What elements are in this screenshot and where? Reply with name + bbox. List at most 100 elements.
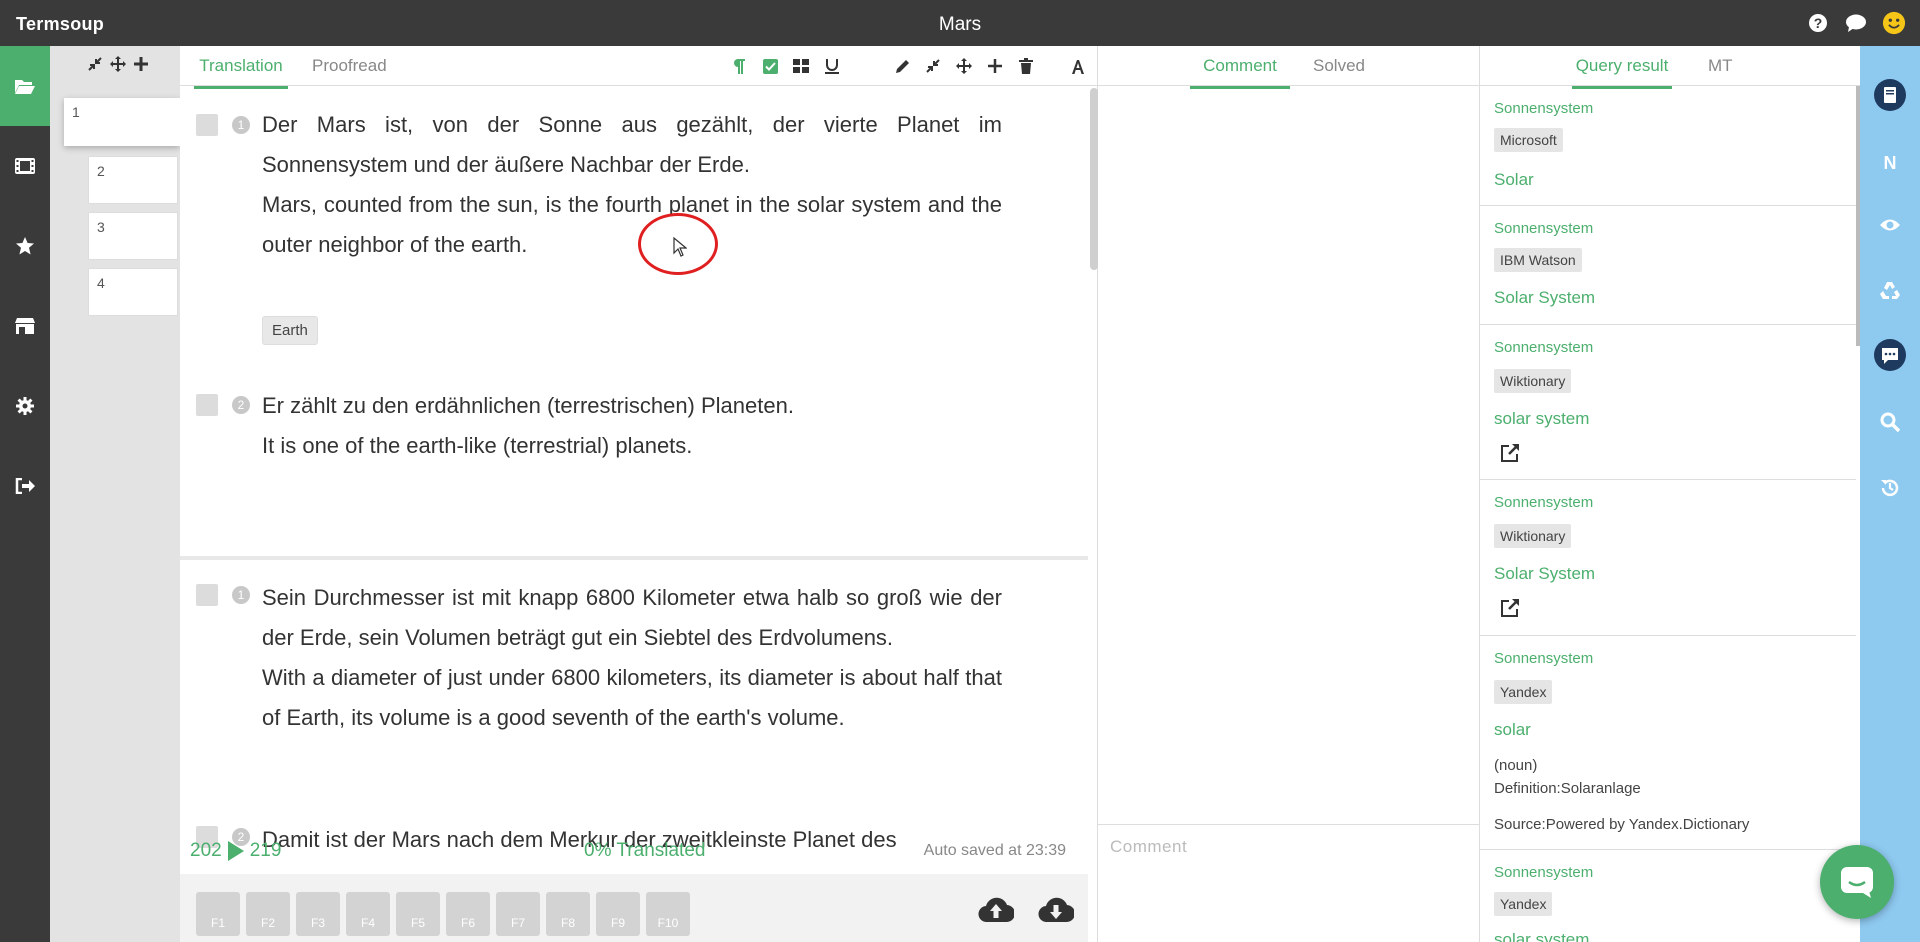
query-result-item[interactable]: Sonnensystem IBM Watson Solar System: [1480, 206, 1856, 325]
segment-text[interactable]: Sein Durchmesser ist mit knapp 6800 Kilo…: [262, 578, 1002, 738]
sign-out-icon[interactable]: [0, 446, 50, 526]
comment-icon[interactable]: [1860, 338, 1920, 372]
gear-icon[interactable]: [0, 366, 50, 446]
result-target-term[interactable]: solar system: [1494, 409, 1589, 429]
search-icon[interactable]: [1860, 412, 1920, 432]
comment-input[interactable]: Comment: [1098, 824, 1480, 942]
smiley-avatar-icon[interactable]: [1882, 11, 1906, 35]
tab-mt[interactable]: MT: [1708, 56, 1733, 86]
chat-icon[interactable]: [1844, 11, 1868, 35]
comment-panel: Comment Solved Comment: [1098, 46, 1480, 942]
query-result-item[interactable]: Sonnensystem Yandex solar (noun) Definit…: [1480, 636, 1856, 850]
segment-checkbox[interactable]: [196, 394, 218, 416]
page-thumbnail[interactable]: 1: [64, 98, 180, 146]
page-number: 3: [97, 219, 105, 235]
recycle-icon[interactable]: [1860, 280, 1920, 300]
plus-icon[interactable]: [134, 56, 148, 76]
left-nav-rail: [0, 46, 50, 942]
folder-open-icon[interactable]: [0, 46, 50, 126]
trash-icon[interactable]: [1017, 57, 1035, 75]
external-link-icon[interactable]: [1500, 443, 1520, 463]
definition-text: Definition:Solaranlage: [1494, 780, 1641, 797]
provider-badge: IBM Watson: [1494, 248, 1582, 272]
tab-solved[interactable]: Solved: [1313, 56, 1365, 86]
result-target-term[interactable]: Solar System: [1494, 288, 1595, 308]
external-link-icon[interactable]: [1500, 598, 1520, 618]
segment-text[interactable]: Der Mars ist, von der Sonne aus gezählt,…: [262, 105, 1002, 265]
compress-icon[interactable]: [88, 56, 102, 76]
star-icon[interactable]: [0, 206, 50, 286]
segments-scrollbar[interactable]: [1090, 88, 1098, 270]
fkey-button[interactable]: F10: [646, 892, 690, 936]
progress-text: 0% Translated: [584, 840, 706, 861]
grid-icon[interactable]: [792, 57, 810, 75]
move-icon[interactable]: [955, 57, 973, 75]
fkey-button[interactable]: F2: [246, 892, 290, 936]
status-bar: 202 219 0% Translated Auto saved at 23:3…: [180, 840, 1088, 874]
query-result-item[interactable]: Sonnensystem Wiktionary solar system: [1480, 325, 1856, 480]
result-target-term[interactable]: solar: [1494, 720, 1531, 740]
page-number: 2: [97, 163, 105, 179]
check-square-icon[interactable]: [761, 57, 779, 75]
segment-text[interactable]: Er zählt zu den erdähnlichen (terrestris…: [262, 386, 1002, 466]
tab-comment[interactable]: Comment: [1190, 56, 1290, 89]
book-icon[interactable]: [1860, 78, 1920, 112]
tab-query-result[interactable]: Query result: [1572, 56, 1672, 89]
fkey-button[interactable]: F4: [346, 892, 390, 936]
fkey-button[interactable]: F3: [296, 892, 340, 936]
cloud-upload-icon[interactable]: [978, 896, 1016, 926]
provider-badge: Wiktionary: [1494, 524, 1572, 548]
query-result-item[interactable]: Sonnensystem Microsoft Solar: [1480, 86, 1856, 206]
result-target-term[interactable]: Solar: [1494, 170, 1534, 190]
total-segments: 219: [249, 840, 282, 861]
move-icon[interactable]: [110, 55, 126, 77]
page-thumbnail[interactable]: 3: [88, 212, 178, 260]
underline-icon[interactable]: [823, 57, 841, 75]
cloud-download-icon[interactable]: [1038, 896, 1076, 926]
part-of-speech: (noun): [1494, 757, 1538, 774]
query-result-item[interactable]: Sonnensystem Yandex solar system: [1480, 850, 1856, 942]
page-thumbnail[interactable]: 2: [88, 156, 178, 204]
tab-proofread[interactable]: Proofread: [312, 56, 387, 86]
query-panel: Query result MT Sonnensystem Microsoft S…: [1480, 46, 1860, 942]
right-tool-rail: N: [1860, 46, 1920, 942]
provider-badge: Microsoft: [1494, 128, 1563, 152]
play-icon[interactable]: [227, 841, 244, 861]
eye-icon[interactable]: [1860, 218, 1920, 232]
plus-icon[interactable]: [986, 57, 1004, 75]
svg-text:?: ?: [1814, 15, 1823, 31]
font-icon[interactable]: [1069, 57, 1087, 75]
segment-target: It is one of the earth-like (terrestrial…: [262, 433, 693, 458]
segment-counter: 202 219: [190, 840, 281, 862]
result-target-term[interactable]: solar system: [1494, 930, 1589, 942]
fkey-button[interactable]: F1: [196, 892, 240, 936]
result-source-term: Sonnensystem: [1494, 494, 1594, 511]
help-icon[interactable]: ?: [1806, 11, 1830, 35]
pencil-icon[interactable]: [893, 57, 911, 75]
film-icon[interactable]: [0, 126, 50, 206]
svg-text:N: N: [1884, 153, 1897, 172]
comment-tabs: Comment Solved: [1098, 46, 1479, 89]
fkey-button[interactable]: F7: [496, 892, 540, 936]
page-thumbnail[interactable]: 4: [88, 268, 178, 316]
tab-translation[interactable]: Translation: [194, 56, 288, 89]
segment-checkbox[interactable]: [196, 114, 218, 136]
result-source-term: Sonnensystem: [1494, 220, 1594, 237]
result-target-term[interactable]: Solar System: [1494, 564, 1595, 584]
store-icon[interactable]: [0, 286, 50, 366]
support-chat-button[interactable]: [1820, 845, 1894, 919]
paragraph-icon[interactable]: [730, 57, 748, 75]
query-result-item[interactable]: Sonnensystem Wiktionary Solar System: [1480, 480, 1856, 636]
fkey-button[interactable]: F6: [446, 892, 490, 936]
top-icons: ?: [1806, 11, 1906, 35]
n-icon[interactable]: N: [1860, 152, 1920, 172]
fkey-button[interactable]: F9: [596, 892, 640, 936]
block-divider: [180, 556, 1088, 560]
compress-icon[interactable]: [924, 57, 942, 75]
segment-checkbox[interactable]: [196, 584, 218, 606]
history-icon[interactable]: [1860, 478, 1920, 498]
translation-tabs: Translation Proofread: [180, 46, 1097, 89]
term-tag[interactable]: Earth: [262, 316, 318, 345]
fkey-button[interactable]: F5: [396, 892, 440, 936]
fkey-button[interactable]: F8: [546, 892, 590, 936]
